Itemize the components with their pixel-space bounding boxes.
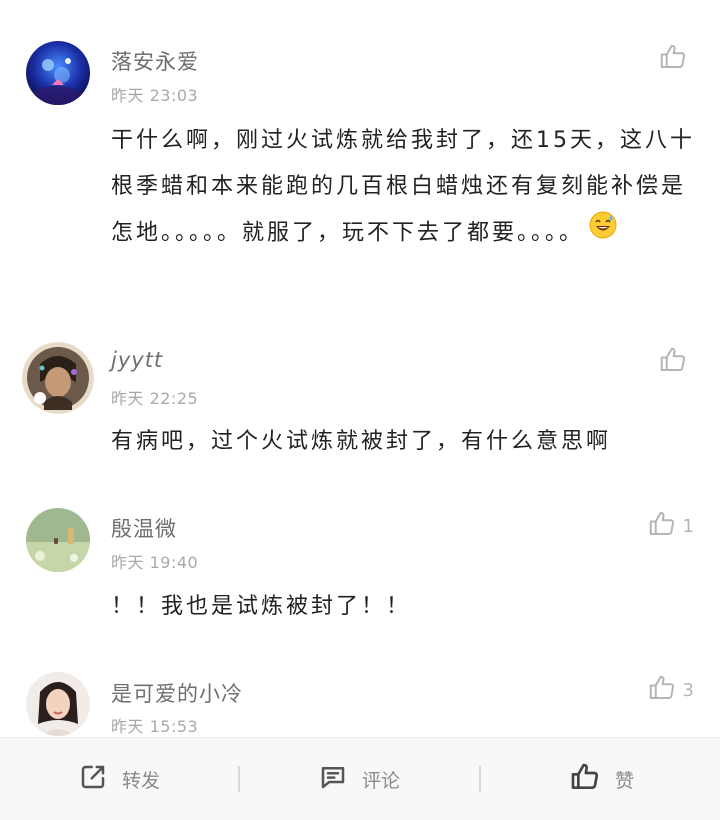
comment-item: 是可爱的小冷 昨天 15:53 3 [0,650,720,740]
thumbs-up-icon [658,345,688,380]
comment-item: jyytt 昨天 22:25 有病吧，过个火试炼就被封了，有什么意思啊 [0,320,720,485]
comment-time: 昨天 19:40 [111,553,199,572]
thumbs-up-icon [569,761,601,798]
like-button[interactable]: 1 [647,508,694,544]
comment-username[interactable]: 是可爱的小冷 [111,678,243,708]
like-count: 3 [682,679,694,701]
comment-icon [318,762,348,797]
thumbs-up-icon [647,673,677,708]
comment-username[interactable]: jyytt [111,348,163,372]
like-label: 赞 [615,770,635,792]
comment-button[interactable]: 评论 [318,738,400,820]
thumbs-up-icon [647,509,677,544]
divider [479,766,481,792]
comment-text: 有病吧，过个火试炼就被封了，有什么意思啊 [111,429,612,454]
avatar[interactable] [22,342,94,414]
sweat-smile-emoji [588,210,618,257]
comment-time: 昨天 15:53 [111,717,199,736]
divider [238,766,240,792]
like-count: 1 [682,515,694,537]
avatar[interactable] [26,41,90,105]
thumbs-up-icon [658,42,688,77]
bottom-action-bar: 转发 评论 赞 [0,737,720,820]
comment-item: 落安永爱 昨天 23:03 干什么啊，刚过火试炼就给我封了，还15天，这八十根季… [0,0,720,320]
avatar[interactable] [26,508,90,572]
comment-label: 评论 [362,770,401,792]
comment-username[interactable]: 殷温微 [111,513,177,543]
like-button[interactable] [658,344,694,380]
comment-text: ！！我也是试炼被封了！！ [111,594,412,619]
comment-list-page: 落安永爱 昨天 23:03 干什么啊，刚过火试炼就给我封了，还15天，这八十根季… [0,0,720,820]
comment-item: 殷温微 昨天 19:40 1 ！！我也是试炼被封了！！ [0,485,720,650]
like-button[interactable]: 3 [647,672,694,708]
avatar[interactable] [26,672,90,736]
repost-button[interactable]: 转发 [78,738,160,820]
comment-username[interactable]: 落安永爱 [111,46,199,76]
repost-label: 转发 [122,770,161,792]
comment-time: 昨天 22:25 [111,389,199,408]
like-bar-button[interactable]: 赞 [569,738,634,820]
comment-time: 昨天 23:03 [111,86,199,105]
like-button[interactable] [658,41,694,77]
repost-icon [78,762,108,797]
comment-text: 干什么啊，刚过火试炼就给我封了，还15天，这八十根季蜡和本来能跑的几百根白蜡烛还… [111,118,701,257]
